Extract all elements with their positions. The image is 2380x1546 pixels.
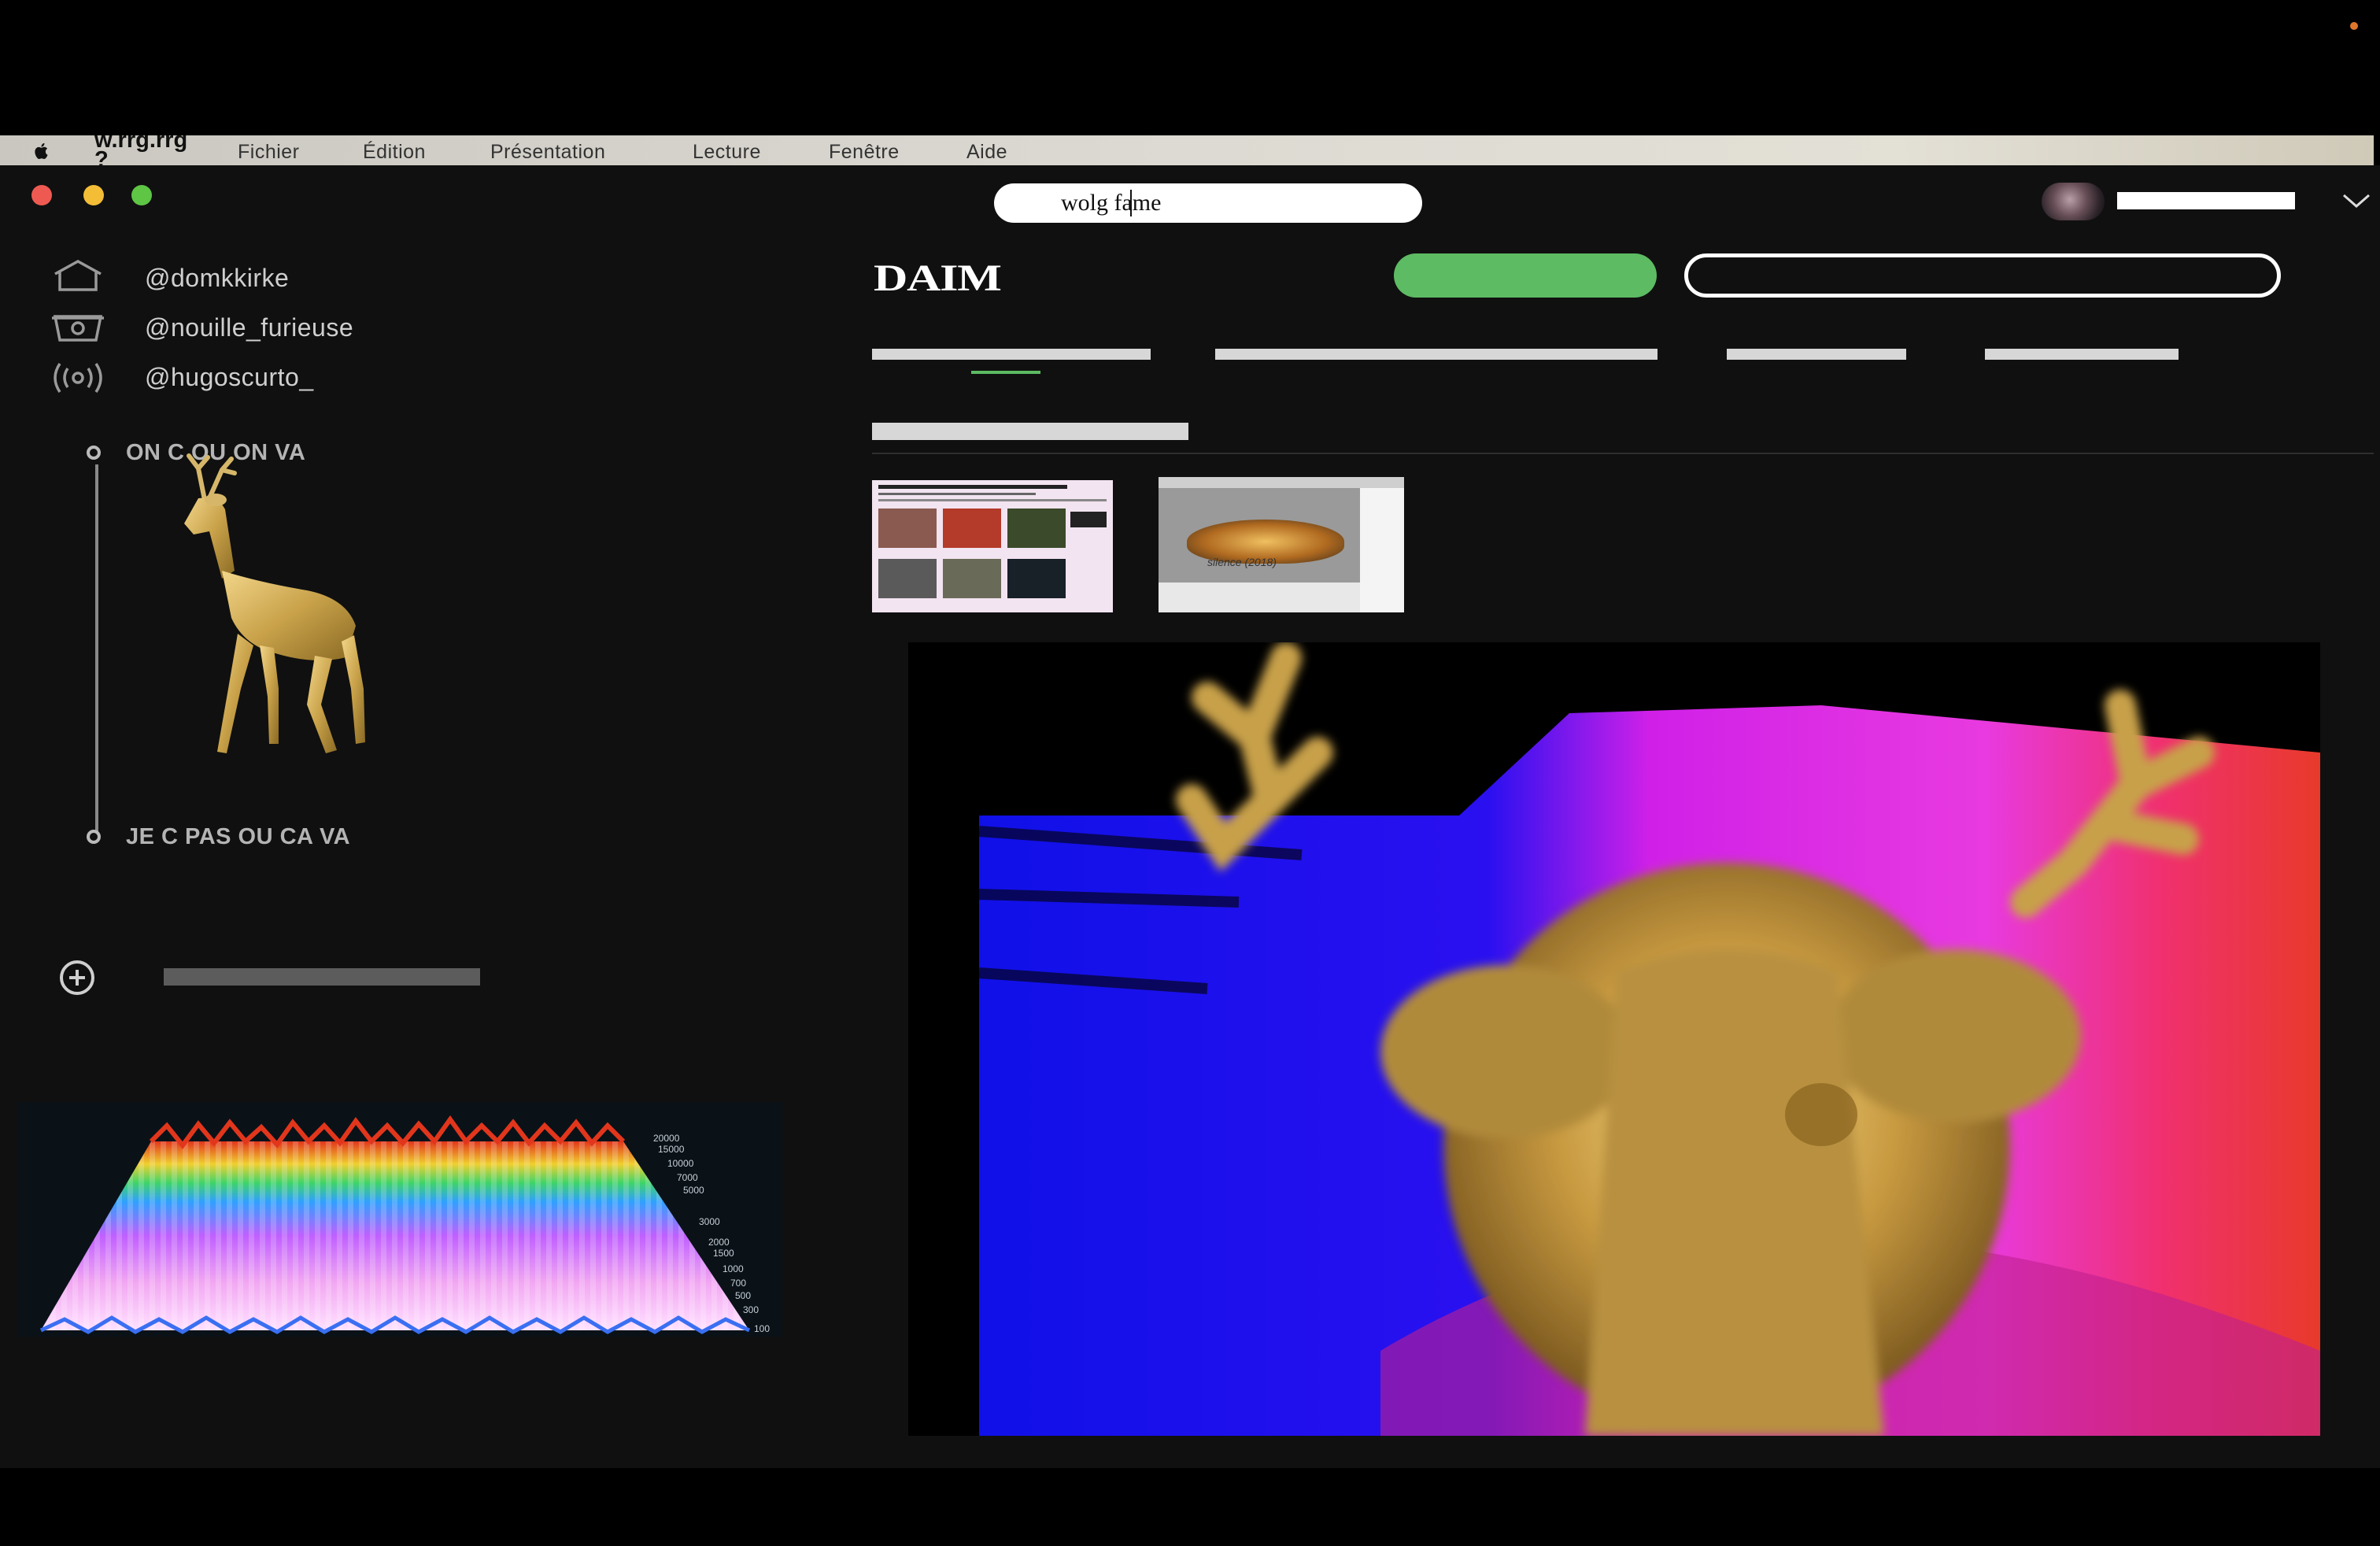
spec-label-20000: 20000 [653, 1133, 680, 1144]
thumbnail-2[interactable]: silence (2018) [1159, 477, 1404, 612]
avatar[interactable] [2042, 183, 2105, 220]
primary-action-button[interactable] [1394, 253, 1657, 298]
timeline-start-node[interactable] [87, 446, 101, 460]
section-heading-bar [872, 423, 1188, 440]
deer-head-video-frame[interactable] [908, 642, 2320, 1436]
spec-label-5000: 5000 [683, 1185, 704, 1196]
close-window-button[interactable] [31, 185, 52, 205]
text-cursor [1130, 190, 1132, 216]
spec-label-500: 500 [735, 1290, 751, 1301]
secondary-action-button[interactable] [1684, 253, 2281, 298]
divider [872, 453, 2374, 454]
golden-deer-figure [184, 453, 365, 753]
menu-edition[interactable]: Édition [363, 141, 426, 164]
camera-icon[interactable] [49, 310, 107, 345]
search-value: wolg fame [1061, 190, 1162, 216]
username-placeholder-bar[interactable] [2117, 192, 2295, 209]
menu-fichier[interactable]: Fichier [238, 141, 300, 164]
spectrogram-3d-plot: 20000 15000 10000 7000 5000 3000 2000 15… [17, 1102, 782, 1337]
spec-label-2000: 2000 [708, 1237, 730, 1248]
menu-aide[interactable]: Aide [966, 141, 1007, 164]
menu-lecture[interactable]: Lecture [693, 141, 761, 164]
active-tab-indicator [971, 371, 1040, 374]
spec-label-3000: 3000 [699, 1216, 720, 1227]
sidebar-handle-domkkirke[interactable]: @domkkirke [145, 264, 289, 293]
apple-icon[interactable] [31, 141, 52, 161]
app-name[interactable]: w.rrg.rrg ? [94, 129, 220, 172]
spec-label-10000: 10000 [667, 1158, 694, 1169]
menu-fenetre[interactable]: Fenêtre [829, 141, 900, 164]
search-input[interactable]: wolg fame [994, 183, 1422, 223]
spec-label-1500: 1500 [713, 1248, 734, 1259]
timeline-end-node[interactable] [87, 830, 101, 844]
spec-label-15000: 15000 [658, 1144, 685, 1155]
tab-3[interactable] [1727, 349, 1906, 360]
tab-2[interactable] [1215, 349, 1658, 360]
minimize-window-button[interactable] [83, 185, 104, 205]
spec-label-7000: 7000 [677, 1172, 698, 1183]
home-icon[interactable] [49, 258, 107, 293]
chevron-down-icon[interactable] [2341, 189, 2372, 213]
broadcast-icon[interactable] [49, 361, 107, 395]
menu-bar: w.rrg.rrg ? Fichier Édition Présentation… [0, 129, 2374, 172]
timeline-track [95, 464, 98, 834]
spec-label-1000: 1000 [722, 1263, 744, 1274]
timeline-bottom-label: JE C PAS OU CA VA [126, 824, 351, 849]
zoom-window-button[interactable] [131, 185, 152, 205]
tab-4[interactable] [1985, 349, 2179, 360]
status-dot [2350, 22, 2358, 30]
thumbnail-2-caption: silence (2018) [1207, 556, 1277, 568]
thumbnail-1[interactable] [872, 480, 1113, 612]
menu-presentation[interactable]: Présentation [490, 141, 605, 164]
add-circle-icon[interactable] [46, 959, 109, 997]
spec-label-700: 700 [730, 1278, 746, 1289]
spec-label-100: 100 [754, 1323, 770, 1334]
sidebar-handle-hugoscurto[interactable]: @hugoscurto_ [145, 363, 314, 392]
sidebar-handle-nouille-furieuse[interactable]: @nouille_furieuse [145, 313, 353, 342]
spec-label-300: 300 [743, 1304, 759, 1315]
tab-1[interactable] [872, 349, 1151, 360]
add-item-placeholder-bar[interactable] [164, 968, 480, 986]
brand-logo[interactable]: DAIM [874, 257, 1002, 300]
